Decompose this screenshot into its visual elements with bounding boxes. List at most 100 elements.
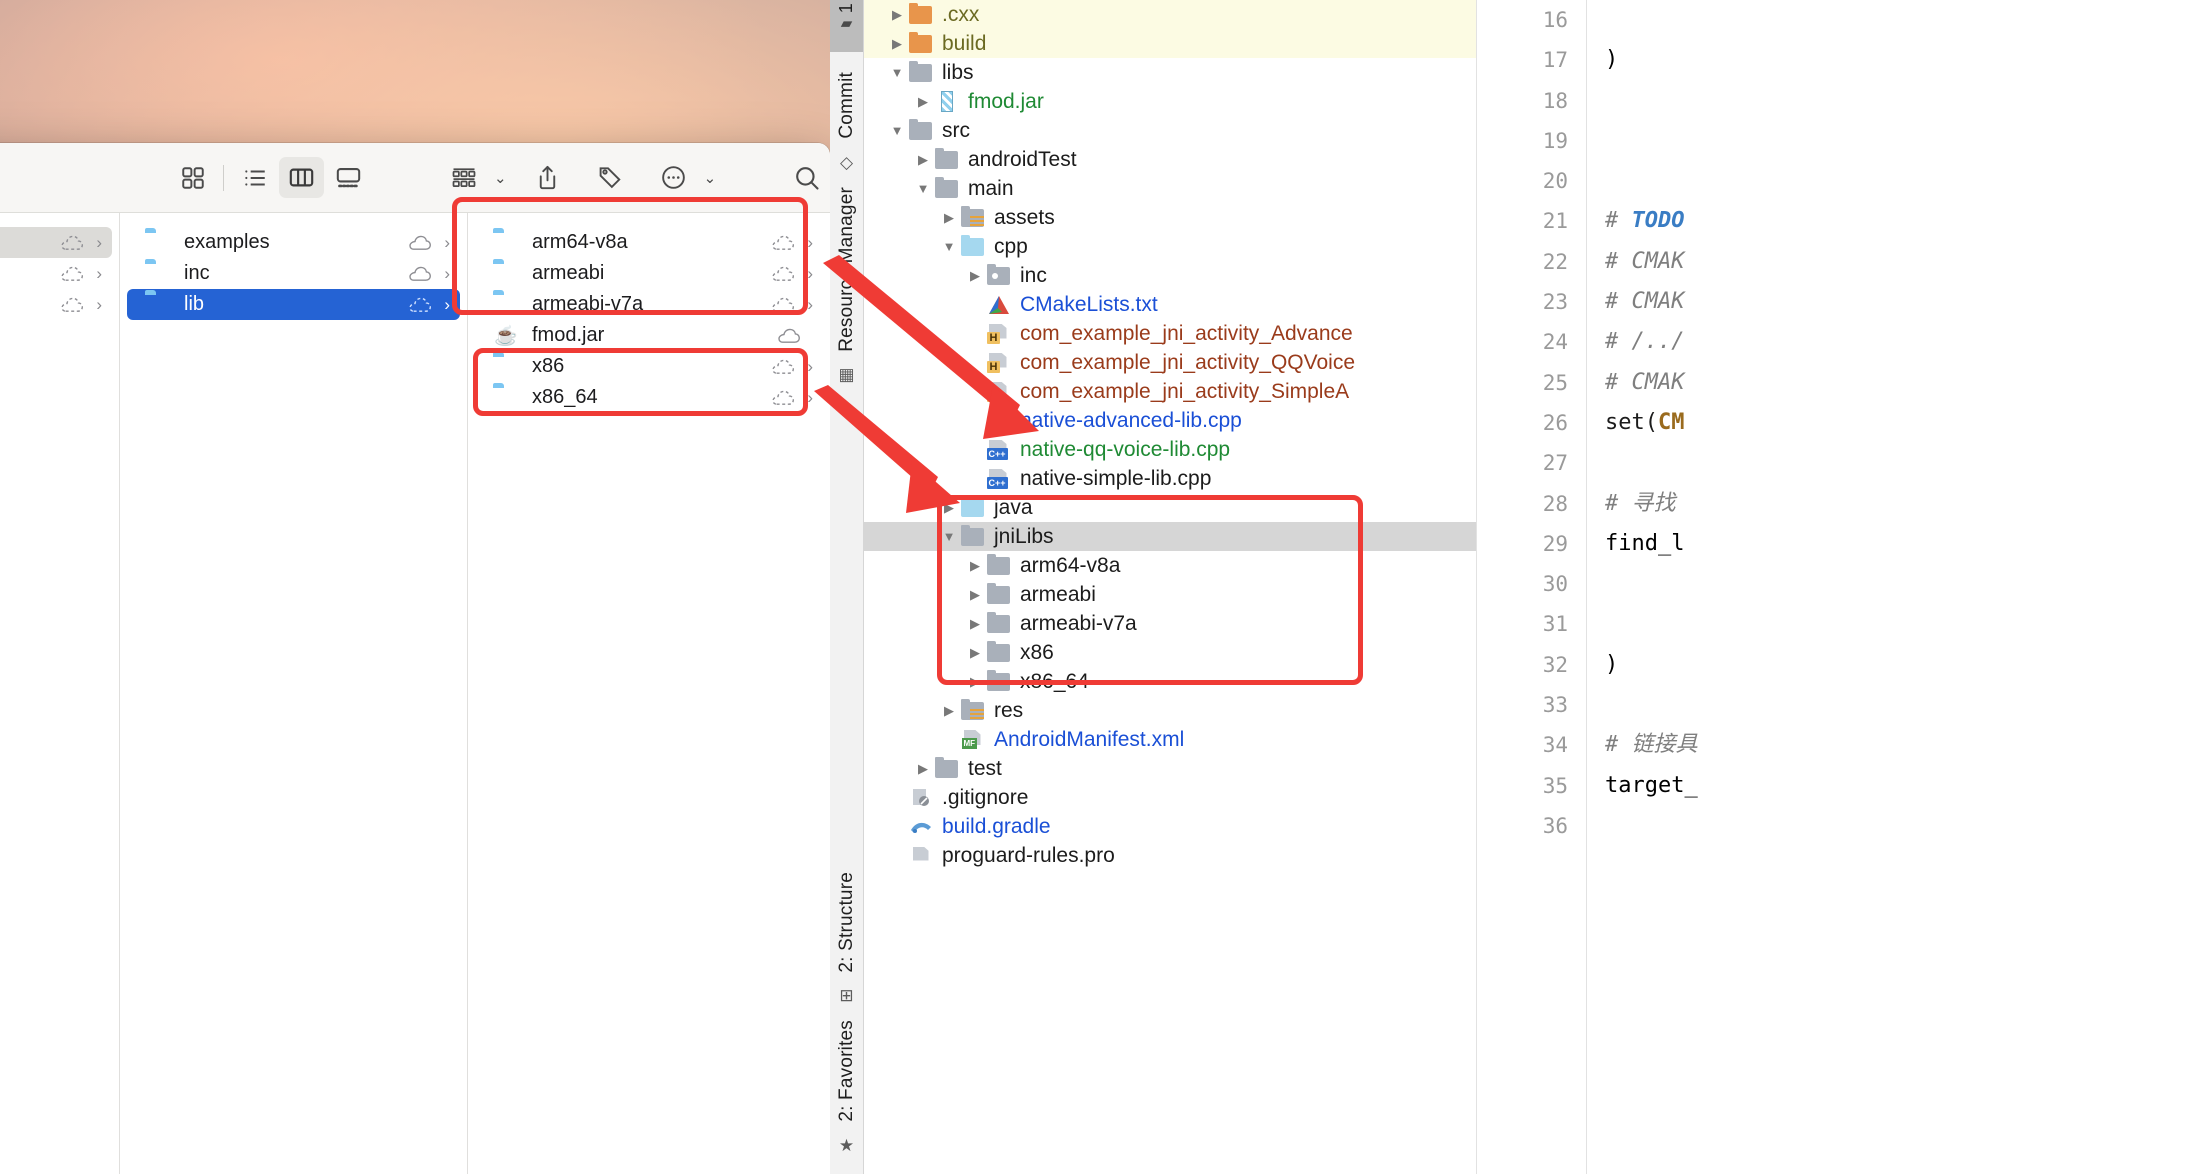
cloud-download-icon[interactable] — [59, 296, 85, 313]
editor-line[interactable] — [1587, 806, 2202, 846]
sidebar-row[interactable]: › — [0, 258, 112, 289]
tree-disclosure-arrow-icon[interactable]: ▶ — [912, 152, 934, 168]
disclosure-chevron-icon[interactable]: › — [807, 358, 813, 375]
tree-disclosure-arrow-icon[interactable]: ▶ — [938, 703, 960, 719]
tree-disclosure-arrow-icon[interactable]: ▼ — [886, 65, 908, 80]
search-button[interactable] — [784, 157, 829, 198]
sidebar-row[interactable]: › — [0, 227, 112, 258]
editor-line[interactable]: # CMAK — [1587, 282, 2202, 322]
tree-disclosure-arrow-icon[interactable]: ▶ — [964, 616, 986, 632]
tree-row[interactable]: ▶.cxx — [864, 0, 1476, 29]
list-view-button[interactable] — [232, 157, 277, 198]
editor-line[interactable] — [1587, 604, 2202, 644]
disclosure-chevron-icon[interactable]: › — [807, 265, 813, 282]
project-tree[interactable]: ▶.cxx▶build▼libs▶fmod.jar▼src▶androidTes… — [864, 0, 1476, 1174]
column-view-button[interactable] — [279, 157, 324, 198]
editor-line[interactable]: ) — [1587, 40, 2202, 80]
cloud-download-icon[interactable] — [770, 389, 796, 406]
tree-disclosure-arrow-icon[interactable]: ▼ — [886, 123, 908, 138]
tree-disclosure-arrow-icon[interactable]: ▼ — [938, 239, 960, 254]
disclosure-chevron-icon[interactable]: › — [96, 296, 102, 313]
finder-file-row[interactable]: arm64-v8a› — [475, 227, 823, 258]
tree-disclosure-arrow-icon[interactable]: ▶ — [886, 819, 908, 835]
finder-file-row[interactable]: lib› — [127, 289, 460, 320]
editor-line[interactable] — [1587, 443, 2202, 483]
finder-file-row[interactable]: inc› — [127, 258, 460, 289]
disclosure-chevron-icon[interactable]: › — [444, 296, 450, 313]
tree-row[interactable]: ▶armeabi — [864, 580, 1476, 609]
tree-disclosure-arrow-icon[interactable]: ▼ — [912, 181, 934, 196]
tree-row[interactable]: ▶armeabi-v7a — [864, 609, 1476, 638]
tree-row[interactable]: ▶assets — [864, 203, 1476, 232]
cloud-download-icon[interactable] — [770, 296, 796, 313]
tree-disclosure-arrow-icon[interactable]: ▶ — [886, 36, 908, 52]
finder-sidebar-column[interactable]: › › › — [0, 213, 120, 1174]
finder-file-row[interactable]: ☕fmod.jar — [475, 320, 823, 351]
editor-line[interactable] — [1587, 121, 2202, 161]
finder-file-row[interactable]: x86_64› — [475, 382, 823, 413]
tree-row[interactable]: ▶arm64-v8a — [864, 551, 1476, 580]
disclosure-chevron-icon[interactable]: › — [96, 265, 102, 282]
gallery-view-button[interactable] — [326, 157, 371, 198]
tree-row[interactable]: ▶.gitignore — [864, 783, 1476, 812]
tree-disclosure-arrow-icon[interactable]: ▶ — [886, 848, 908, 864]
cloud-download-icon[interactable] — [770, 358, 796, 375]
finder-right-column[interactable]: arm64-v8a›armeabi›armeabi-v7a›☕fmod.jar x… — [468, 213, 830, 1174]
editor-line[interactable] — [1587, 0, 2202, 40]
tree-disclosure-arrow-icon[interactable]: ▶ — [938, 210, 960, 226]
tree-row[interactable]: ▶x86 — [864, 638, 1476, 667]
finder-file-row[interactable]: armeabi› — [475, 258, 823, 289]
tree-disclosure-arrow-icon[interactable]: ▶ — [964, 674, 986, 690]
more-actions-button[interactable] — [651, 157, 696, 198]
finder-file-row[interactable]: examples› — [127, 227, 460, 258]
finder-file-row[interactable]: armeabi-v7a› — [475, 289, 823, 320]
editor-line[interactable]: # TODO — [1587, 201, 2202, 241]
tags-button[interactable] — [588, 157, 633, 198]
finder-middle-column[interactable]: examples›inc›lib› — [120, 213, 468, 1174]
icon-view-button[interactable] — [170, 157, 215, 198]
editor-line[interactable]: # 寻找 — [1587, 484, 2202, 524]
cloud-download-icon[interactable] — [407, 296, 433, 313]
cloud-download-icon[interactable] — [59, 234, 85, 251]
tree-row[interactable]: ▶build — [864, 29, 1476, 58]
chevron-down-icon[interactable]: ⌄ — [494, 169, 507, 187]
group-by-button[interactable] — [441, 157, 486, 198]
tree-disclosure-arrow-icon[interactable]: ▶ — [964, 558, 986, 574]
tree-row[interactable]: ▼libs — [864, 58, 1476, 87]
tree-row[interactable]: ▶test — [864, 754, 1476, 783]
editor-line[interactable]: # CMAK — [1587, 363, 2202, 403]
tree-disclosure-arrow-icon[interactable]: ▶ — [938, 732, 960, 748]
tree-row[interactable]: ▼src — [864, 116, 1476, 145]
editor-line[interactable]: find_l — [1587, 524, 2202, 564]
tool-strip-item-structure[interactable]: 2: Structure — [836, 864, 858, 981]
editor-line[interactable]: set(CM — [1587, 403, 2202, 443]
sidebar-row[interactable]: › — [0, 289, 112, 320]
tree-disclosure-arrow-icon[interactable]: ▶ — [886, 790, 908, 806]
cloud-download-icon[interactable] — [770, 234, 796, 251]
code-editor[interactable]: )# TODO# CMAK# CMAK# /../# CMAKset(CM# 寻… — [1586, 0, 2202, 1174]
disclosure-chevron-icon[interactable]: › — [444, 265, 450, 282]
tool-strip-item-commit[interactable]: Commit — [836, 64, 858, 147]
editor-line[interactable]: # 链接具 — [1587, 725, 2202, 765]
cloud-download-icon[interactable] — [59, 265, 85, 282]
tree-row[interactable]: ▶x86_64 — [864, 667, 1476, 696]
disclosure-chevron-icon[interactable]: › — [807, 296, 813, 313]
more-chevron-down-icon[interactable]: ⌄ — [704, 169, 717, 187]
tree-row[interactable]: ▼main — [864, 174, 1476, 203]
disclosure-chevron-icon[interactable]: › — [807, 234, 813, 251]
tree-disclosure-arrow-icon[interactable]: ▼ — [938, 529, 960, 544]
editor-line[interactable] — [1587, 161, 2202, 201]
disclosure-chevron-icon[interactable]: › — [96, 234, 102, 251]
project-tool-tab[interactable]: 1 ▰ — [830, 0, 863, 52]
editor-line[interactable]: target_ — [1587, 766, 2202, 806]
cloud-download-icon[interactable] — [407, 265, 433, 282]
cloud-download-icon[interactable] — [407, 234, 433, 251]
cloud-download-icon[interactable] — [776, 327, 802, 344]
tree-row[interactable]: ▶build.gradle — [864, 812, 1476, 841]
tree-disclosure-arrow-icon[interactable]: ▶ — [964, 645, 986, 661]
editor-line[interactable]: ) — [1587, 645, 2202, 685]
tree-row[interactable]: ▶proguard-rules.pro — [864, 841, 1476, 870]
tree-row[interactable]: ▶res — [864, 696, 1476, 725]
editor-line[interactable] — [1587, 685, 2202, 725]
editor-line[interactable] — [1587, 564, 2202, 604]
